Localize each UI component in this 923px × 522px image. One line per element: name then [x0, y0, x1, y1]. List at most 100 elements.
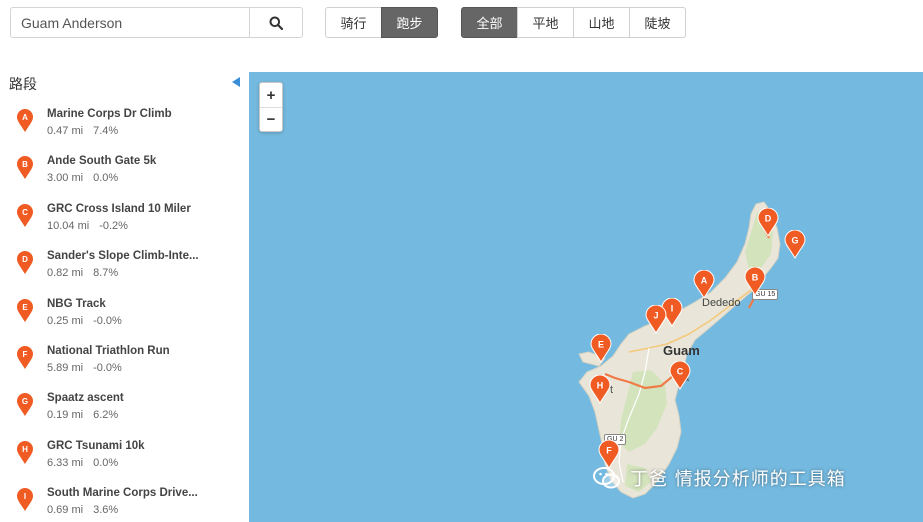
marker-d-icon: D	[17, 251, 33, 275]
wechat-logo-icon	[593, 467, 620, 489]
map-pin-c[interactable]: C	[669, 361, 691, 390]
segment-stats: 0.82 mi 8.7%	[47, 267, 118, 279]
map-pin-b[interactable]: B	[744, 267, 766, 296]
segment-distance: 10.04 mi	[47, 219, 90, 232]
sidebar-title: 路段	[9, 77, 37, 93]
segment-item-e[interactable]: E NBG Track 0.25 mi -0.0%	[0, 298, 249, 345]
svg-text:E: E	[598, 340, 604, 350]
terrain-toggle: 全部 平地 山地 陡坡	[461, 7, 686, 38]
segment-stats: 10.04 mi -0.2%	[47, 220, 128, 232]
watermark-text: 丁爸 情报分析师的工具箱	[630, 469, 846, 490]
segment-grade: 7.4%	[93, 125, 119, 137]
segment-item-f[interactable]: F National Triathlon Run 5.89 mi -0.0%	[0, 345, 249, 392]
segment-distance: 5.89 mi	[47, 361, 84, 374]
segment-stats: 0.19 mi 6.2%	[47, 409, 118, 421]
marker-letter: A	[22, 113, 28, 122]
sport-button-run[interactable]: 跑步	[381, 7, 438, 38]
segment-stats: 5.89 mi -0.0%	[47, 362, 122, 374]
segment-distance: 3.00 mi	[47, 172, 84, 185]
map-pin-d[interactable]: D	[757, 208, 779, 237]
zoom-in-button[interactable]: +	[260, 83, 282, 107]
segment-stats: 0.47 mi 7.4%	[47, 125, 118, 137]
segment-name[interactable]: GRC Cross Island 10 Miler	[47, 203, 191, 215]
segment-stats: 6.33 mi 0.0%	[47, 457, 118, 469]
svg-text:C: C	[677, 367, 684, 377]
segment-grade: 0.0%	[93, 456, 119, 469]
svg-text:B: B	[752, 273, 759, 283]
marker-letter: I	[24, 492, 26, 501]
marker-letter: D	[22, 255, 28, 264]
search-box	[10, 7, 303, 38]
marker-letter: H	[22, 445, 28, 454]
search-icon	[269, 16, 283, 30]
svg-text:D: D	[765, 214, 772, 224]
segment-grade: 8.7%	[93, 267, 119, 280]
map-pin-j[interactable]: J	[645, 305, 667, 334]
segment-grade: 6.2%	[93, 409, 119, 422]
segment-stats: 0.69 mi 3.6%	[47, 504, 118, 516]
segment-list: A Marine Corps Dr Climb 0.47 mi 7.4% B An…	[0, 108, 249, 522]
marker-letter: B	[22, 160, 28, 169]
marker-b-icon: B	[17, 156, 33, 180]
segment-item-b[interactable]: B Ande South Gate 5k 3.00 mi 0.0%	[0, 155, 249, 202]
segment-item-g[interactable]: G Spaatz ascent 0.19 mi 6.2%	[0, 392, 249, 439]
svg-text:G: G	[791, 236, 798, 246]
svg-text:H: H	[597, 381, 604, 391]
segment-item-a[interactable]: A Marine Corps Dr Climb 0.47 mi 7.4%	[0, 108, 249, 155]
marker-g-icon: G	[17, 393, 33, 417]
map-pin-g[interactable]: G	[784, 230, 806, 259]
marker-letter: F	[23, 350, 28, 359]
svg-text:J: J	[653, 311, 658, 321]
segment-name[interactable]: Marine Corps Dr Climb	[47, 108, 172, 120]
map-pin-h[interactable]: H	[589, 375, 611, 404]
segment-item-d[interactable]: D Sander's Slope Climb-Inte... 0.82 mi 8.…	[0, 250, 249, 297]
guam-island-shape	[578, 201, 781, 499]
marker-f-icon: F	[17, 345, 33, 369]
segment-grade: -0.2%	[99, 219, 128, 232]
segment-stats: 3.00 mi 0.0%	[47, 172, 118, 184]
segment-item-h[interactable]: H GRC Tsunami 10k 6.33 mi 0.0%	[0, 440, 249, 487]
marker-h-icon: H	[17, 440, 33, 464]
marker-c-icon: C	[17, 203, 33, 227]
marker-letter: G	[22, 397, 28, 406]
marker-letter: E	[22, 303, 28, 312]
segment-name[interactable]: NBG Track	[47, 298, 106, 310]
watermark: 丁爸 情报分析师的工具箱	[592, 463, 846, 493]
terrain-button-all[interactable]: 全部	[461, 7, 518, 38]
map-view[interactable]: + − Dededo Guam a t GU 15 GU 2 A B C D E…	[249, 72, 923, 522]
terrain-button-flat[interactable]: 平地	[517, 7, 574, 38]
zoom-control: + −	[259, 82, 283, 132]
segment-distance: 0.82 mi	[47, 267, 84, 280]
segment-item-i[interactable]: I South Marine Corps Drive... 0.69 mi 3.6…	[0, 487, 249, 522]
map-pin-a[interactable]: A	[693, 270, 715, 299]
terrain-button-hilly[interactable]: 山地	[573, 7, 630, 38]
search-button[interactable]	[249, 8, 302, 37]
segment-item-c[interactable]: C GRC Cross Island 10 Miler 10.04 mi -0.2…	[0, 203, 249, 250]
svg-text:A: A	[701, 276, 708, 286]
segment-name[interactable]: Spaatz ascent	[47, 392, 124, 404]
segment-grade: 3.6%	[93, 504, 119, 517]
collapse-sidebar-icon[interactable]	[232, 77, 240, 87]
sport-toggle: 骑行 跑步	[325, 7, 438, 38]
segment-name[interactable]: Ande South Gate 5k	[47, 155, 156, 167]
svg-text:F: F	[606, 446, 612, 456]
terrain-button-steep[interactable]: 陡坡	[629, 7, 686, 38]
sport-button-ride[interactable]: 骑行	[325, 7, 382, 38]
search-input[interactable]	[11, 8, 249, 37]
map-pin-e[interactable]: E	[590, 334, 612, 363]
segment-name[interactable]: Sander's Slope Climb-Inte...	[47, 250, 199, 262]
segment-name[interactable]: National Triathlon Run	[47, 345, 170, 357]
svg-text:I: I	[671, 304, 674, 314]
segment-grade: -0.0%	[93, 361, 122, 374]
marker-letter: C	[22, 208, 28, 217]
segment-name[interactable]: GRC Tsunami 10k	[47, 440, 145, 452]
segment-distance: 0.19 mi	[47, 409, 84, 422]
marker-e-icon: E	[17, 298, 33, 322]
segment-distance: 0.25 mi	[47, 314, 84, 327]
zoom-out-button[interactable]: −	[260, 107, 282, 131]
segment-name[interactable]: South Marine Corps Drive...	[47, 487, 198, 499]
map-label-guam: Guam	[663, 343, 700, 358]
segment-distance: 0.47 mi	[47, 125, 84, 137]
segment-stats: 0.25 mi -0.0%	[47, 315, 122, 327]
segment-sidebar: 路段 A Marine Corps Dr Climb 0.47 mi 7.4% B…	[0, 72, 249, 522]
